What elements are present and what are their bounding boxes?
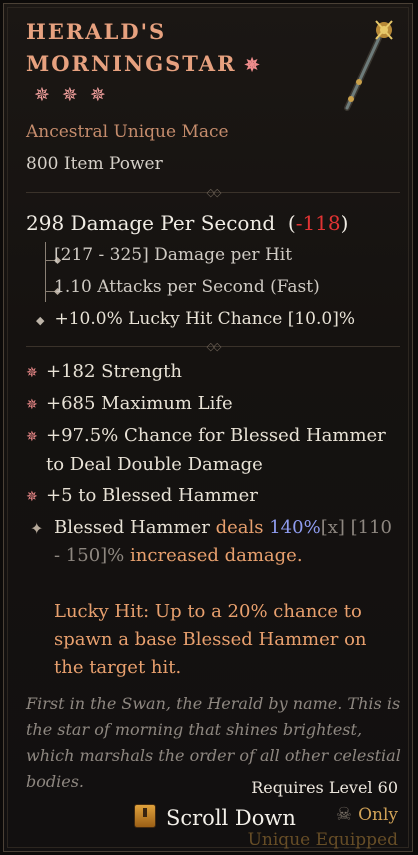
rank-star-icon: ✵: [89, 84, 118, 106]
stat-bullet-icon: ✵: [26, 489, 38, 505]
item-type: Ancestral Unique Mace: [26, 122, 229, 142]
key-icon: [134, 804, 156, 828]
item-tooltip: Herald's Morningstar ✵ ✵✵✵ Ancestral Uniq…: [3, 3, 413, 852]
aspect-icon: ✦: [30, 519, 44, 538]
divider: ◇◇: [26, 340, 400, 353]
rank-star-icon: ✵: [61, 84, 90, 106]
item-name-line2: Morningstar: [26, 51, 237, 76]
damage-per-second: 298 Damage Per Second (-118): [26, 211, 349, 235]
item-power: 800 Item Power: [26, 154, 163, 174]
diamond-bullet-icon: ◆: [36, 314, 45, 327]
stat-bullet-icon: ✵: [26, 429, 38, 445]
lucky-hit-chance: ◆ +10.0% Lucky Hit Chance [10.0]%: [36, 309, 355, 329]
stat-blessed-hammer-rank: ✵ +5 to Blessed Hammer: [26, 482, 258, 511]
stat-maximum-life: ✵ +685 Maximum Life: [26, 390, 233, 419]
stat-strength: ✵ +182 Strength: [26, 358, 182, 387]
required-level: Requires Level 60: [251, 778, 398, 797]
unique-aspect: Blessed Hammer deals 140%[x] [110 - 150]…: [54, 517, 393, 566]
rank-star-icon: ✵: [34, 84, 62, 106]
stat-bullet-icon: ✵: [26, 397, 38, 413]
ornament-icon: ✵: [244, 55, 262, 76]
weapon-mace-icon: [344, 20, 393, 111]
scroll-down-button[interactable]: Scroll Down: [134, 804, 296, 830]
dps-diff: -118: [295, 211, 341, 235]
divider: ◇◇: [26, 186, 400, 199]
rank-stars: ✵✵✵: [34, 84, 118, 106]
item-title: Herald's Morningstar ✵: [26, 16, 326, 82]
lucky-hit-effect: Lucky Hit: Up to a 20% chance to spawn a…: [54, 601, 367, 678]
class-restriction: ☠ Only: [335, 804, 398, 825]
dps-value: 298 Damage Per Second: [26, 211, 276, 235]
stat-double-damage: ✵ +97.5% Chance for Blessed Hammer to Dea…: [26, 425, 386, 475]
item-name-line1: Herald's: [26, 19, 167, 44]
attacks-per-second: 1.10 Attacks per Second (Fast): [54, 277, 320, 297]
damage-per-hit: [217 - 325] Damage per Hit: [54, 245, 293, 265]
skull-icon: ☠: [335, 804, 353, 825]
stat-bullet-icon: ✵: [26, 365, 38, 381]
unique-equipped-note: Unique Equipped: [247, 830, 398, 850]
